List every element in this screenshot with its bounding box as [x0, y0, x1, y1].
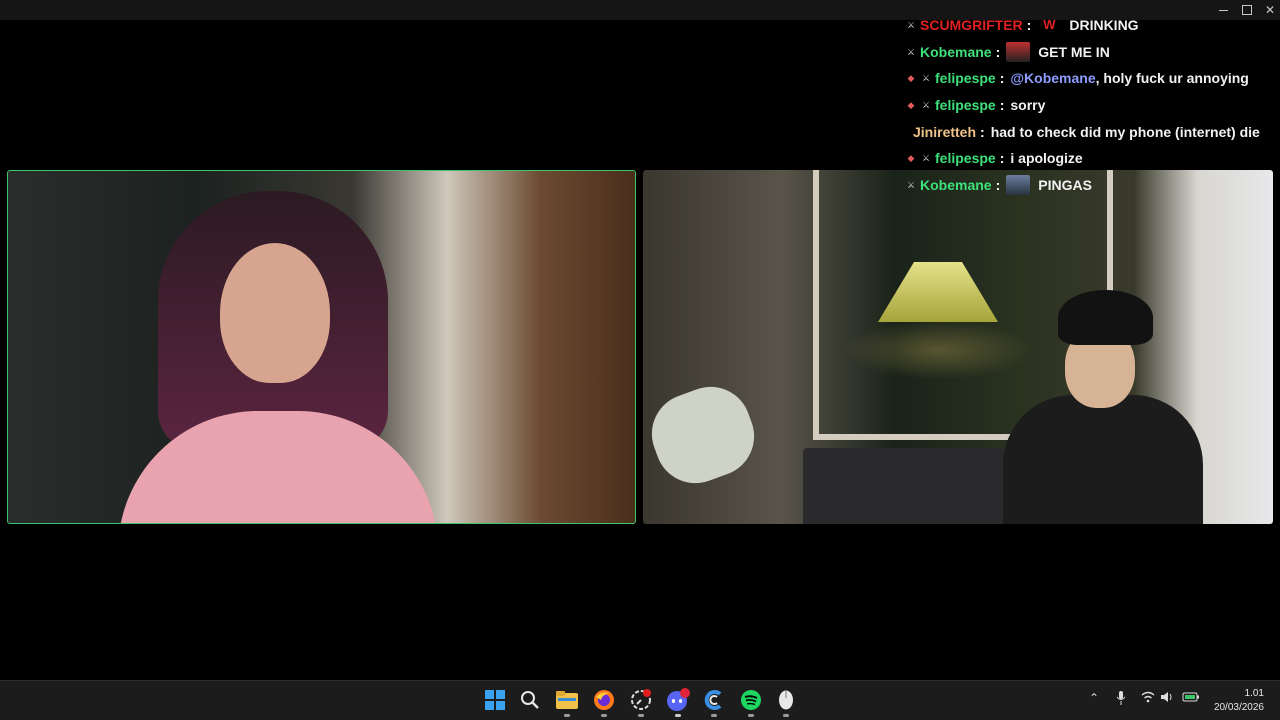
participant-video-left — [118, 191, 438, 523]
mouse-utility-icon[interactable] — [774, 688, 798, 712]
emote-icon — [1006, 174, 1031, 195]
chat-text: had to check did my phone (internet) die — [990, 123, 1260, 140]
sub-icon: ◆ — [907, 153, 915, 164]
sub-icon: ◆ — [907, 100, 915, 111]
chat-badges: ◆ ⚔ — [905, 152, 932, 164]
chat-separator: : — [999, 150, 1005, 167]
chat-badges: ⚔ — [905, 19, 917, 31]
chat-mention[interactable]: @Kobemane — [1010, 70, 1095, 86]
taskbar: ⌃ 1.01 20/03/2026 — [0, 680, 1280, 720]
chat-text: PINGAS — [1038, 176, 1092, 193]
running-indicator — [675, 714, 681, 717]
chat-message: ◆ ⚔ felipespe: sorry — [905, 92, 1280, 119]
chat-message: ⚔ Kobemane: GET ME IN — [905, 39, 1280, 66]
feet — [643, 375, 766, 495]
clock-date-text: 20/03/2026 — [1213, 702, 1264, 713]
file-explorer-icon[interactable] — [555, 688, 579, 712]
chat-text: GET ME IN — [1038, 43, 1110, 60]
chat-separator: : — [999, 70, 1005, 87]
running-indicator — [638, 714, 644, 717]
clock-date[interactable]: 1.01 20/03/2026 — [1214, 687, 1264, 715]
chat-username[interactable]: Kobemane — [920, 177, 992, 193]
running-indicator — [748, 714, 754, 717]
sub-icon: ◆ — [907, 73, 915, 84]
running-indicator — [564, 714, 570, 717]
mod-icon: ⚔ — [921, 73, 931, 84]
chat-text: sorry — [1010, 97, 1046, 114]
running-indicator — [711, 714, 717, 717]
clock-time: 1.01 — [1244, 688, 1264, 699]
mod-icon: ⚔ — [906, 20, 916, 31]
ccleaner-icon[interactable] — [702, 688, 726, 712]
chat-username[interactable]: felipespe — [935, 70, 996, 86]
chat-message: ⚔ SCUMGRIFTER: W DRINKING — [905, 12, 1280, 39]
chat-badges: ⚔ — [905, 179, 917, 191]
mod-icon: ⚔ — [906, 179, 916, 190]
clock-app-icon[interactable] — [629, 688, 653, 712]
mod-icon: ⚔ — [921, 153, 931, 164]
video-tile-left[interactable] — [7, 170, 636, 524]
chat-text: DRINKING — [1069, 17, 1139, 34]
chat-badges: ◆ ⚔ — [905, 99, 932, 111]
chat-text: i apologize — [1010, 150, 1083, 167]
battery-charging-icon[interactable] — [1182, 691, 1200, 706]
chat-separator: : — [999, 97, 1005, 114]
chat-separator: : — [995, 176, 1001, 193]
emote-icon — [1006, 41, 1031, 62]
running-indicator — [783, 714, 789, 717]
chat-username[interactable]: SCUMGRIFTER — [920, 17, 1023, 33]
chevron-up-icon[interactable]: ⌃ — [1089, 691, 1099, 705]
chat-username[interactable]: Kobemane — [920, 44, 992, 60]
video-tile-right[interactable] — [643, 170, 1273, 524]
microphone-icon[interactable] — [1116, 691, 1126, 708]
chat-message: ◆ ⚔ felipespe: i apologize — [905, 145, 1280, 172]
chat-message: Jiniretteh: had to check did my phone (in… — [905, 118, 1280, 145]
chat-separator: : — [980, 123, 985, 140]
discord-icon[interactable] — [666, 688, 690, 712]
volume-icon[interactable] — [1160, 691, 1174, 706]
chat-badges: ◆ ⚔ — [905, 72, 932, 84]
chat-username[interactable]: felipespe — [935, 97, 996, 113]
chat-separator: : — [995, 43, 1001, 60]
search-icon[interactable] — [518, 688, 542, 712]
firefox-icon[interactable] — [592, 688, 616, 712]
chat-username[interactable]: felipespe — [935, 150, 996, 166]
chat-badges: ⚔ — [905, 46, 917, 58]
chat-message: ◆ ⚔ felipespe: @Kobemane, holy fuck ur anno… — [905, 65, 1280, 92]
running-indicator — [601, 714, 607, 717]
chat-separator: : — [1026, 17, 1032, 34]
chat-overlay: ⚔ SCUMGRIFTER: W DRINKING ⚔ Kobemane: GET ME I… — [905, 12, 1280, 198]
spotify-icon[interactable] — [739, 688, 763, 712]
chat-username[interactable]: Jiniretteh — [913, 124, 976, 140]
chat-text: , holy fuck ur annoying — [1095, 70, 1249, 87]
laptop — [803, 448, 1023, 524]
chat-message: ⚔ Kobemane: PINGAS — [905, 172, 1280, 199]
participant-video-right — [1003, 290, 1203, 524]
mod-icon: ⚔ — [921, 100, 931, 111]
mod-icon: ⚔ — [906, 46, 916, 57]
wifi-icon[interactable] — [1141, 691, 1155, 706]
w-emote: W — [1043, 17, 1056, 33]
windows-start-icon[interactable] — [483, 688, 507, 712]
